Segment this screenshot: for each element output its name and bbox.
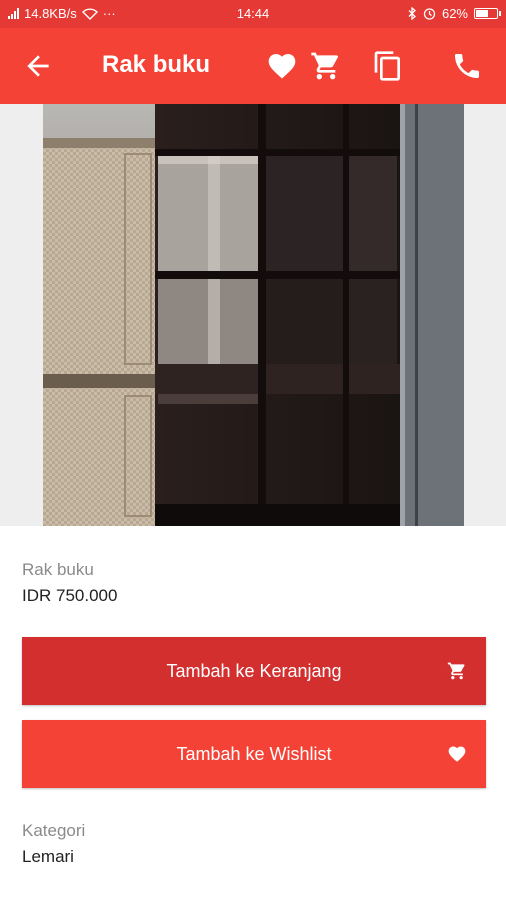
product-name: Rak buku	[22, 560, 94, 579]
heart-icon	[448, 746, 466, 762]
category-value: Lemari	[22, 847, 74, 866]
add-to-wishlist-label: Tambah ke Wishlist	[176, 743, 332, 764]
bluetooth-icon	[408, 7, 416, 20]
cart-icon	[447, 662, 465, 680]
heart-icon[interactable]	[266, 50, 298, 82]
status-bar: 14.8KB/s ··· 14:44 62%	[0, 0, 506, 28]
product-image-area	[0, 104, 506, 526]
bookshelf-photo	[43, 104, 464, 526]
page-title: Rak buku	[102, 51, 211, 78]
app-bar: Rak buku	[0, 28, 506, 104]
add-to-cart-label: Tambah ke Keranjang	[166, 660, 342, 681]
category-label: Kategori	[22, 821, 86, 840]
product-photo[interactable]	[43, 104, 464, 526]
add-to-wishlist-button[interactable]: Tambah ke Wishlist	[22, 720, 486, 788]
add-to-cart-button[interactable]: Tambah ke Keranjang	[22, 637, 486, 705]
back-arrow-icon[interactable]	[22, 50, 54, 82]
product-price: IDR 750.000	[22, 586, 118, 605]
cart-icon[interactable]	[310, 50, 342, 82]
battery-percent: 62%	[441, 6, 468, 21]
phone-icon[interactable]	[451, 50, 483, 82]
alarm-icon	[423, 8, 436, 20]
copy-icon[interactable]	[372, 50, 404, 82]
clock: 14:44	[236, 6, 270, 21]
battery-icon	[474, 8, 501, 19]
